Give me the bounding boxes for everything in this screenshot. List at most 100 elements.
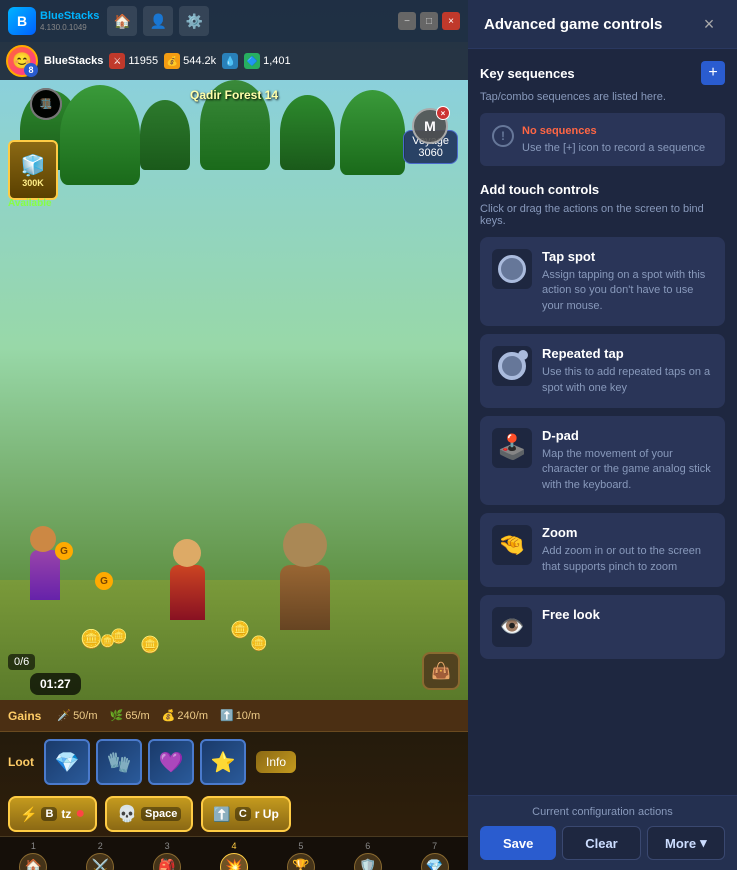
progress-bar: 0/6	[8, 654, 35, 670]
logo-text-block: BlueStacks 4.130.0.1049	[40, 10, 99, 33]
gain-item-4: ⬆️ 10/m	[220, 709, 260, 722]
nav-item-trials[interactable]: 5 🏆 Trials	[267, 837, 334, 870]
bottom-ui: Gains 🗡️ 50/m 🌿 65/m 💰 240/m ⬆️ 10/m Loo…	[0, 700, 468, 870]
maximize-button[interactable]: □	[420, 12, 438, 30]
location-badge: Qadir Forest 14	[190, 88, 278, 102]
key-sequences-header: Key sequences +	[480, 61, 725, 85]
key-sequences-subtitle: Tap/combo sequences are listed here.	[480, 91, 725, 103]
dpad-name: D-pad	[542, 428, 713, 443]
nav-icons: 🏠 👤 ⚙️	[107, 6, 209, 36]
repeated-tap-desc: Use this to add repeated taps on a spot …	[542, 365, 713, 396]
nav-item-guild[interactable]: 6 🛡️ Guild	[334, 837, 401, 870]
m-badge: M ×	[412, 108, 448, 144]
info-circle-icon: !	[492, 125, 514, 147]
bag-icon[interactable]: 👜	[422, 652, 460, 690]
trials-icon: 🏆	[287, 853, 315, 870]
home-nav-icon[interactable]: 🏠	[107, 6, 137, 36]
hud-scale[interactable]: ⚖️	[30, 88, 62, 120]
window-close-button[interactable]: ×	[442, 12, 460, 30]
zoom-card[interactable]: 🤏 Zoom Add zoom in or out to the screen …	[480, 513, 725, 587]
repeated-tap-info: Repeated tap Use this to add repeated ta…	[542, 346, 713, 396]
nav-item-fight[interactable]: 4 💥 Fight	[201, 837, 268, 870]
key-sequences-title: Key sequences	[480, 66, 575, 81]
game-area: B BlueStacks 4.130.0.1049 🏠 👤 ⚙️ − □ × 😊…	[0, 0, 468, 870]
tap-spot-card[interactable]: Tap spot Assign tapping on a spot with t…	[480, 237, 725, 326]
zoom-info: Zoom Add zoom in or out to the screen th…	[542, 525, 713, 575]
dpad-info: D-pad Map the movement of your character…	[542, 428, 713, 493]
repeated-tap-name: Repeated tap	[542, 346, 713, 361]
free-look-icon-container: 👁️	[492, 607, 532, 647]
tap-spot-desc: Assign tapping on a spot with this actio…	[542, 268, 713, 314]
app-name: BlueStacks	[40, 10, 99, 23]
panel-title: Advanced game controls	[484, 16, 662, 33]
user-nav-icon[interactable]: 👤	[143, 6, 173, 36]
panel-close-button[interactable]: ×	[697, 12, 721, 36]
loot-item-4: ⭐	[200, 739, 246, 785]
panel-content: Key sequences + Tap/combo sequences are …	[468, 49, 737, 795]
logo-icon: B	[8, 7, 36, 35]
footer-buttons: Save Clear More ▾	[480, 826, 725, 860]
footer-config-label: Current configuration actions	[480, 806, 725, 818]
game-scene: 🪙 🪙 🪙 🪙 🪙 🪙 G G	[0, 80, 468, 700]
green-stat: 🔷 1,401	[244, 53, 291, 69]
top-bar: B BlueStacks 4.130.0.1049 🏠 👤 ⚙️ − □ ×	[0, 0, 468, 42]
save-button[interactable]: Save	[480, 826, 556, 860]
right-panel: Advanced game controls × Key sequences +…	[468, 0, 737, 870]
nav-row: 1 🏠 Home 2 ⚔️ Heroes 3 🎒 Backpack 4 💥 Fi…	[0, 836, 468, 870]
info-button[interactable]: Info	[256, 751, 296, 773]
loot-item-3: 💜	[148, 739, 194, 785]
no-sequences-label: No sequences	[522, 125, 597, 137]
more-button[interactable]: More ▾	[647, 826, 725, 860]
available-label: Available	[8, 198, 52, 209]
chest-item[interactable]: 🧊 300K	[8, 140, 58, 200]
gold-icon: 💰	[164, 53, 180, 69]
dpad-icon-container: 🕹️	[492, 428, 532, 468]
touch-controls-section: Add touch controls Click or drag the act…	[480, 182, 725, 659]
nav-item-relics[interactable]: 7 💎 Relics	[401, 837, 468, 870]
free-look-name: Free look	[542, 607, 713, 622]
app-version: 4.130.0.1049	[40, 23, 99, 33]
gains-label: Gains	[8, 709, 41, 723]
action-btn-2[interactable]: 💀 Space	[105, 796, 193, 832]
dpad-card[interactable]: 🕹️ D-pad Map the movement of your charac…	[480, 416, 725, 505]
player-name: BlueStacks	[44, 55, 103, 67]
gains-row: Gains 🗡️ 50/m 🌿 65/m 💰 240/m ⬆️ 10/m	[0, 700, 468, 732]
nav-item-heroes[interactable]: 2 ⚔️ Heroes	[67, 837, 134, 870]
free-look-info: Free look	[542, 607, 713, 626]
action-btn-3[interactable]: ⬆️ C r Up	[201, 796, 290, 832]
heroes-icon: ⚔️	[86, 853, 114, 870]
backpack-icon: 🎒	[153, 853, 181, 870]
loot-item-1: 💎	[44, 739, 90, 785]
player-bar: 😊 8 BlueStacks ⚔ 11955 💰 544.2k 💧 🔷 1,40…	[0, 42, 468, 80]
settings-nav-icon[interactable]: ⚙️	[179, 6, 209, 36]
clear-button[interactable]: Clear	[562, 826, 640, 860]
add-sequence-button[interactable]: +	[701, 61, 725, 85]
nav-item-backpack[interactable]: 3 🎒 Backpack	[134, 837, 201, 870]
minimize-button[interactable]: −	[398, 12, 416, 30]
nav-item-home[interactable]: 1 🏠 Home	[0, 837, 67, 870]
repeated-tap-card[interactable]: Repeated tap Use this to add repeated ta…	[480, 334, 725, 408]
repeated-tap-icon	[498, 352, 526, 380]
sword-stat: ⚔ 11955	[109, 53, 158, 69]
touch-controls-subtitle: Click or drag the actions on the screen …	[480, 203, 725, 227]
player-avatar: 😊 8	[6, 45, 38, 77]
tap-spot-name: Tap spot	[542, 249, 713, 264]
sword-icon: ⚔	[109, 53, 125, 69]
panel-header: Advanced game controls ×	[468, 0, 737, 49]
free-look-card[interactable]: 👁️ Free look	[480, 595, 725, 659]
loot-row: Loot 💎 🧤 💜 ⭐ Info	[0, 732, 468, 792]
dpad-desc: Map the movement of your character or th…	[542, 447, 713, 493]
touch-controls-title: Add touch controls	[480, 182, 599, 197]
action-btn-1[interactable]: ⚡ B tz ●	[8, 796, 97, 832]
gain-item-3: 💰 240/m	[162, 709, 208, 722]
touch-controls-header: Add touch controls	[480, 182, 725, 197]
panel-footer: Current configuration actions Save Clear…	[468, 795, 737, 870]
window-controls: − □ ×	[398, 12, 460, 30]
action-row: ⚡ B tz ● 💀 Space ⬆️ C r Up	[0, 792, 468, 836]
home-icon: 🏠	[19, 853, 47, 870]
zoom-desc: Add zoom in or out to the screen that su…	[542, 544, 713, 575]
zoom-icon-container: 🤏	[492, 525, 532, 565]
timer: 01:27	[30, 673, 81, 695]
guild-icon: 🛡️	[354, 853, 382, 870]
loot-label: Loot	[8, 755, 34, 769]
